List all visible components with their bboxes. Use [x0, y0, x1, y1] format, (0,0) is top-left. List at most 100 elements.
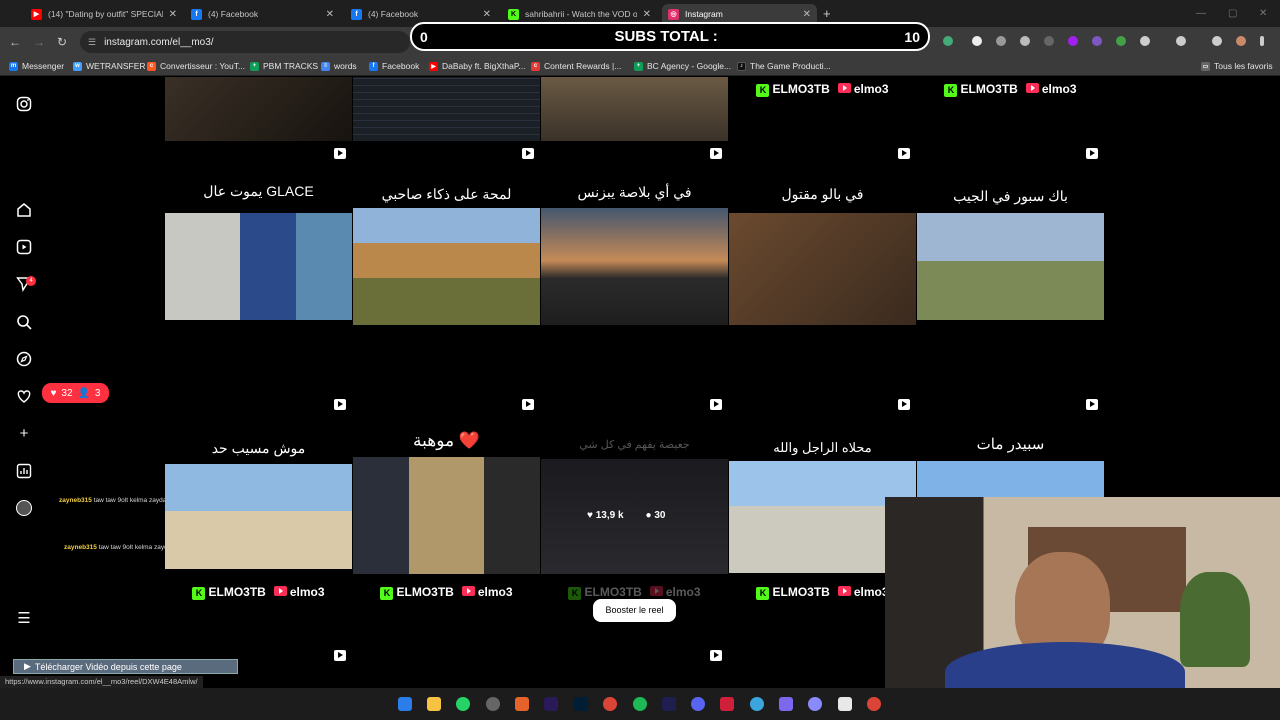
new-tab-button[interactable]: + — [823, 6, 831, 21]
yt-handle: elmo3 — [853, 585, 889, 600]
forward-icon[interactable]: → — [33, 35, 45, 49]
bookmark-words[interactable]: ≡ words — [321, 61, 357, 71]
youtube-icon — [1025, 83, 1039, 94]
close-icon[interactable]: ✕ — [803, 9, 811, 20]
bookmark-convertisseur[interactable]: c Convertisseur : YouT... — [147, 61, 245, 71]
notifications-heart-icon[interactable] — [16, 388, 32, 404]
boost-reel-button[interactable]: Booster le reel — [593, 599, 676, 622]
reel-tile[interactable]: K ELMO3TB elmo3 — [729, 77, 916, 142]
browser-tab-3[interactable]: f (4) Facebook ✕ — [345, 4, 497, 24]
reel-tile[interactable] — [353, 645, 540, 687]
reel-tile[interactable]: موش مسيب حد K ELMO3TB elmo3 — [165, 394, 352, 644]
reel-tile[interactable] — [353, 77, 540, 142]
home-icon[interactable] — [16, 202, 32, 218]
premiere-icon[interactable] — [544, 697, 558, 711]
close-icon[interactable]: ✕ — [483, 9, 491, 20]
reel-tile[interactable]: في أي بلاصة يبزنسKELMO3TBelmo3 — [541, 143, 728, 393]
chrome-icon[interactable] — [603, 697, 617, 711]
browser-tab-1[interactable]: ▶ (14) "Dating by outfit" SPECIAL ✕ — [25, 4, 183, 24]
youtube-icon — [837, 586, 851, 597]
after-effects-icon[interactable] — [662, 697, 676, 711]
minimize-icon[interactable]: — — [1196, 8, 1206, 19]
maximize-icon[interactable]: ▢ — [1228, 8, 1237, 19]
profile-avatar[interactable] — [1236, 36, 1246, 46]
menu-kebab-icon[interactable] — [1260, 36, 1264, 46]
extension-icon[interactable] — [943, 36, 953, 46]
sheets-icon: + — [634, 61, 643, 71]
youtube-icon — [461, 586, 475, 597]
reel-tile[interactable] — [541, 77, 728, 142]
back-icon[interactable]: ← — [9, 35, 21, 49]
extension-icon[interactable] — [996, 36, 1006, 46]
reel-tile[interactable]: باك سبور في الجيبKELMO3TBelmo3 — [917, 143, 1104, 393]
bookmark-game-production[interactable]: ♪ The Game Producti... — [737, 61, 831, 71]
reel-tile[interactable]: لمحة على ذكاء صاحبيKELMO3TBelmo3 — [353, 143, 540, 393]
whatsapp-icon[interactable] — [456, 697, 470, 711]
download-video-bar[interactable]: ▶ Télécharger Vidéo depuis cette page — [13, 659, 238, 674]
bookmark-messenger[interactable]: m Messenger — [9, 61, 64, 71]
obs-icon[interactable] — [808, 697, 822, 711]
instagram-sidebar — [0, 77, 48, 687]
reel-tile[interactable]: يموت عال GLACEKELMO3TBelmo3 — [165, 143, 352, 393]
facebook-icon: f — [369, 61, 378, 71]
site-info-icon[interactable]: ☰ — [88, 37, 96, 48]
extension-icon[interactable] — [1020, 36, 1030, 46]
extension-icon[interactable] — [972, 36, 982, 46]
reel-tile[interactable]: K ELMO3TB elmo3 — [917, 77, 1104, 142]
bookmark-pbm-tracks[interactable]: + PBM TRACKS — [250, 61, 318, 71]
camera-icon[interactable] — [779, 697, 793, 711]
close-icon[interactable]: ✕ — [326, 9, 334, 20]
close-window-icon[interactable]: ✕ — [1259, 8, 1267, 19]
file-explorer-icon[interactable] — [427, 697, 441, 711]
extensions-puzzle-icon[interactable] — [1140, 36, 1150, 46]
close-icon[interactable]: ✕ — [643, 9, 651, 20]
reel-tile[interactable] — [165, 77, 352, 142]
app-icon[interactable] — [750, 697, 764, 711]
windows-start-icon[interactable] — [398, 697, 412, 711]
browser-tab-2[interactable]: f (4) Facebook ✕ — [185, 4, 340, 24]
bookmark-content-rewards[interactable]: c Content Rewards |... — [531, 61, 621, 71]
app-icon[interactable] — [720, 697, 734, 711]
app-icon[interactable] — [486, 697, 500, 711]
close-icon[interactable]: ✕ — [169, 9, 177, 20]
profile-avatar[interactable] — [16, 500, 32, 516]
discord-icon[interactable] — [691, 697, 705, 711]
reload-icon[interactable]: ↻ — [57, 35, 67, 49]
browser-tab-4[interactable]: Ksahribahrii - Watch the VOD on ✕ — [502, 4, 657, 24]
browser-tab-5[interactable]: ◎ Instagram ✕ — [662, 4, 817, 24]
status-url: https://www.instagram.com/el__mo3/reel/D… — [0, 676, 203, 688]
app-icon[interactable] — [515, 697, 529, 711]
instagram-logo-icon[interactable] — [16, 96, 32, 112]
media-icon[interactable] — [1212, 36, 1222, 46]
notification-pill[interactable]: ♥ 32 👤 3 — [42, 383, 109, 403]
explore-icon[interactable] — [16, 351, 32, 367]
bookmark-facebook[interactable]: f Facebook — [369, 61, 419, 71]
reel-tile[interactable]: موهبة ❤️ K ELMO3TB elmo3 — [353, 394, 540, 644]
photoshop-icon[interactable] — [574, 697, 588, 711]
extension-icon[interactable] — [1044, 36, 1054, 46]
address-bar[interactable]: ☰ instagram.com/el__mo3/ — [80, 31, 410, 53]
reel-tile[interactable]: في بالو مقتولKELMO3TBelmo3 — [729, 143, 916, 393]
reels-icon[interactable] — [16, 239, 32, 255]
bookmark-bc-agency[interactable]: + BC Agency - Google... — [634, 61, 731, 71]
bookmark-wetransfer[interactable]: w WETRANSFER — [73, 61, 146, 71]
reel-icon — [522, 399, 534, 410]
reel-thumbnail — [165, 77, 352, 141]
reel-caption: محلاه الراجل والله — [773, 440, 872, 455]
more-menu-icon[interactable]: ☰ — [16, 611, 32, 627]
spotify-icon[interactable] — [633, 697, 647, 711]
all-bookmarks[interactable]: ▭ Tous les favoris — [1201, 61, 1273, 71]
reel-tile[interactable] — [541, 645, 728, 687]
history-icon[interactable] — [1176, 36, 1186, 46]
chrome-icon[interactable] — [867, 697, 881, 711]
bookmark-label: The Game Producti... — [750, 61, 831, 71]
bookmark-label: PBM TRACKS — [263, 61, 319, 71]
extension-icon[interactable] — [1092, 36, 1102, 46]
notepad-icon[interactable] — [838, 697, 852, 711]
create-plus-icon[interactable]: + — [16, 426, 32, 442]
extension-icon[interactable] — [1116, 36, 1126, 46]
search-icon[interactable] — [16, 314, 32, 330]
bookmark-dababy[interactable]: ▶ DaBaby ft. BigXthaP... — [429, 61, 525, 71]
dashboard-icon[interactable] — [16, 463, 32, 479]
extension-icon[interactable] — [1068, 36, 1078, 46]
